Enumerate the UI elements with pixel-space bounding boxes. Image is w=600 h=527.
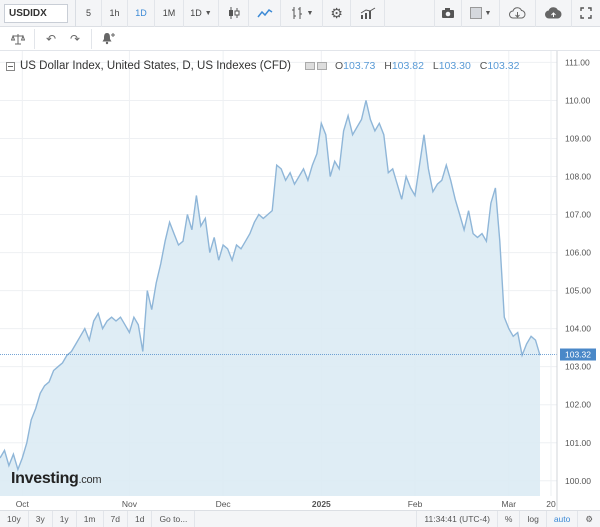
high-label: H [384,60,392,72]
cloud-upload-icon [545,6,562,18]
interval-1m-button[interactable]: 1M [155,0,184,27]
x-tick-label: 20 [546,499,556,509]
range-3y-button[interactable]: 3y [29,510,53,527]
visibility-toggle-icon[interactable] [305,62,315,70]
color-picker-icon [469,7,482,19]
top-toolbar: USDIDX 5 1h 1D 1M 1D ▼ ▼ ⚙ ▼ [0,0,600,27]
area-chart-icon [256,8,272,18]
color-picker-button[interactable]: ▼ [462,0,500,27]
balance-icon [11,33,25,44]
interval-1d-button[interactable]: 1D [128,0,155,27]
high-value: 103.82 [391,60,424,72]
fullscreen-button[interactable] [572,0,600,27]
x-tick-label: Dec [216,499,232,509]
range-7d-button[interactable]: 7d [104,510,128,527]
save-chart-button[interactable] [536,0,572,27]
interval-select[interactable]: 1D ▼ [184,0,219,27]
chevron-down-icon: ▼ [484,9,492,17]
collapse-legend-icon[interactable] [6,61,15,71]
y-tick-label: 111.00 [565,57,590,67]
redo-button[interactable]: ↷ [63,28,87,50]
alert-icon [102,33,115,45]
ohlc-values: O103.73 H103.82 L103.30 C103.32 [335,60,525,72]
low-value: 103.30 [438,60,471,72]
snapshot-button[interactable] [434,0,462,27]
investing-logo: Investing.com [11,470,101,488]
x-tick-label: Nov [122,499,138,509]
logo-suffix: .com [78,474,102,486]
settings-mini-icon[interactable] [317,62,327,70]
y-tick-label: 100.00 [565,476,591,486]
chevron-down-icon: ▼ [204,9,212,17]
alert-button[interactable] [96,28,120,50]
range-1y-button[interactable]: 1y [53,510,77,527]
log-scale-toggle[interactable]: log [519,510,545,527]
cloud-download-icon [509,6,526,18]
x-tick-label: Mar [501,499,516,509]
y-tick-label: 108.00 [565,172,591,182]
interval-5-button[interactable]: 5 [76,0,102,27]
bottom-toolbar: 10y 3y 1y 1m 7d 1d Go to... 11:34:41 (UT… [0,510,600,527]
percent-scale-toggle[interactable]: % [496,510,520,527]
open-label: O [335,60,344,72]
symbol-input[interactable]: USDIDX [4,3,68,23]
compare-icon [360,7,375,19]
open-value: 103.73 [343,60,376,72]
clock-readout: 11:34:41 (UTC-4) [416,510,497,527]
y-tick-label: 105.00 [565,286,591,296]
legend-title: US Dollar Index, United States, D, US In… [20,60,291,72]
y-tick-label: 107.00 [565,210,591,220]
compare-button[interactable] [351,0,385,27]
last-price-marker: 103.32 [560,348,596,361]
range-10y-button[interactable]: 10y [0,510,29,527]
x-tick-label: 2025 [312,499,331,509]
y-tick-label: 102.00 [565,400,591,410]
fullscreen-icon [580,7,592,19]
auto-scale-toggle[interactable]: auto [545,510,578,527]
chart-settings-button[interactable]: ⚙ [577,510,600,527]
y-tick-label: 101.00 [565,438,591,448]
goto-date-button[interactable]: Go to... [152,510,196,527]
area-chart-button[interactable] [249,0,281,27]
price-axis[interactable]: 100.00 101.00 102.00 103.00 104.00 105.00 106.… [565,57,591,485]
load-chart-button[interactable] [500,0,536,27]
undo-button[interactable]: ↶ [39,28,63,50]
time-axis[interactable]: Oct Nov Dec 2025 Feb Mar 20 [16,499,556,509]
candlestick-icon [228,7,239,19]
indicators-icon [291,7,302,19]
interval-1h-button[interactable]: 1h [102,0,128,27]
range-1m-button[interactable]: 1m [77,510,104,527]
chart-area[interactable]: 100.00 101.00 102.00 103.00 104.00 105.00 106.… [0,51,600,510]
y-tick-label: 109.00 [565,133,591,143]
undo-icon: ↶ [45,31,57,46]
chart-legend: US Dollar Index, United States, D, US In… [6,60,525,72]
price-area-fill [0,100,540,497]
y-tick-label: 106.00 [565,248,591,258]
indicators-button[interactable]: ▼ [281,0,323,27]
candlestick-button[interactable] [219,0,249,27]
price-chart[interactable]: 100.00 101.00 102.00 103.00 104.00 105.00 106.… [0,51,600,510]
logo-text: Investing [11,470,79,487]
y-tick-label: 103.00 [565,362,591,372]
chevron-down-icon: ▼ [306,9,314,17]
settings-button[interactable]: ⚙ [323,0,351,27]
balance-button[interactable] [6,28,30,50]
x-tick-label: Feb [408,499,423,509]
x-tick-label: Oct [16,499,30,509]
settings-icon: ⚙ [330,4,343,21]
low-label: L [432,60,439,72]
close-value: 103.32 [487,60,520,72]
camera-icon [442,8,454,18]
redo-icon: ↷ [69,31,81,46]
interval-select-value: 1D [190,8,202,18]
y-tick-label: 110.00 [565,95,591,105]
range-1d-button[interactable]: 1d [128,510,153,527]
last-price-label: 103.32 [565,350,591,360]
drawing-toolbar: ↶ ↷ [0,27,600,51]
y-tick-label: 104.00 [565,324,591,334]
gear-icon: ⚙ [585,513,593,524]
